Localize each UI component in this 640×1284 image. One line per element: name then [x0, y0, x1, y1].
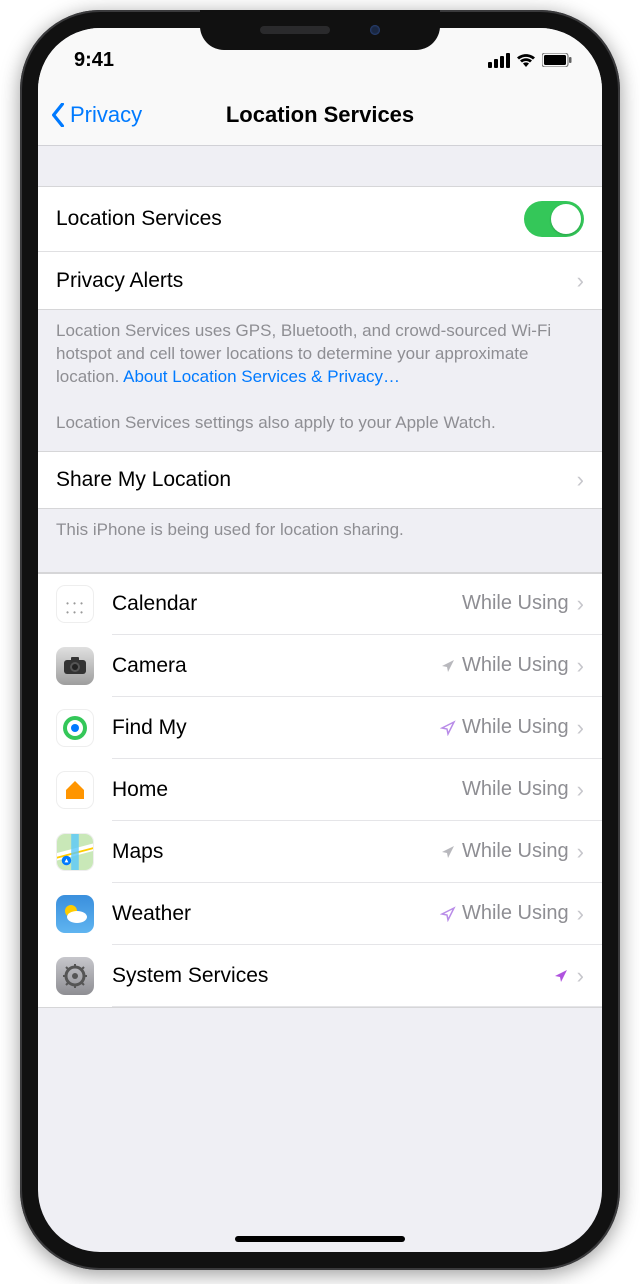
calendar-icon: • • •• • • [56, 585, 94, 623]
status-time: 9:41 [74, 49, 114, 72]
app-label: Find My [112, 716, 440, 740]
location-arrow-outline-icon [440, 906, 456, 922]
about-privacy-link[interactable]: About Location Services & Privacy… [123, 367, 400, 386]
location-arrow-icon [440, 658, 456, 674]
app-status: While Using [462, 778, 569, 801]
chevron-left-icon [50, 103, 66, 127]
app-status [553, 968, 569, 984]
device-frame: 9:41 Privacy Location Services Locati [20, 10, 620, 1270]
app-status: While Using [440, 840, 569, 863]
app-label: Weather [112, 902, 440, 926]
back-label: Privacy [70, 102, 142, 128]
footer-share-location: This iPhone is being used for location s… [38, 509, 602, 558]
app-label: Calendar [112, 592, 462, 616]
chevron-right-icon: › [577, 777, 584, 803]
weather-icon [56, 895, 94, 933]
findmy-icon [56, 709, 94, 747]
location-arrow-icon [440, 844, 456, 860]
notch [200, 10, 440, 50]
gear-icon [56, 957, 94, 995]
app-row-camera[interactable]: Camera While Using › [38, 635, 602, 697]
footer-description: Location Services uses GPS, Bluetooth, a… [38, 310, 602, 451]
chevron-right-icon: › [577, 963, 584, 989]
app-status: While Using [440, 654, 569, 677]
location-arrow-filled-icon [553, 968, 569, 984]
home-indicator[interactable] [235, 1236, 405, 1242]
chevron-right-icon: › [577, 715, 584, 741]
app-label: Maps [112, 840, 440, 864]
app-status: While Using [462, 592, 569, 615]
location-services-toggle[interactable] [524, 201, 584, 237]
nav-bar: Privacy Location Services [38, 84, 602, 146]
battery-icon [542, 53, 572, 67]
chevron-right-icon: › [577, 653, 584, 679]
chevron-right-icon: › [577, 467, 584, 493]
row-location-services[interactable]: Location Services [38, 186, 602, 252]
row-label: Location Services [56, 207, 524, 231]
app-status: While Using [440, 716, 569, 739]
cellular-signal-icon [488, 53, 510, 68]
location-arrow-outline-icon [440, 720, 456, 736]
row-label: Privacy Alerts [56, 269, 569, 293]
back-button[interactable]: Privacy [38, 102, 142, 128]
maps-icon [56, 833, 94, 871]
chevron-right-icon: › [577, 839, 584, 865]
camera-icon [56, 647, 94, 685]
screen: 9:41 Privacy Location Services Locati [38, 28, 602, 1252]
content: Location Services Privacy Alerts › Locat… [38, 146, 602, 1252]
app-row-home[interactable]: Home While Using › [38, 759, 602, 821]
chevron-right-icon: › [577, 901, 584, 927]
app-row-maps[interactable]: Maps While Using › [38, 821, 602, 883]
row-label: Share My Location [56, 468, 569, 492]
app-row-weather[interactable]: Weather While Using › [38, 883, 602, 945]
home-icon [56, 771, 94, 809]
row-privacy-alerts[interactable]: Privacy Alerts › [38, 252, 602, 310]
app-label: System Services [112, 964, 553, 988]
app-row-findmy[interactable]: Find My While Using › [38, 697, 602, 759]
row-share-my-location[interactable]: Share My Location › [38, 451, 602, 509]
app-row-system-services[interactable]: System Services › [38, 945, 602, 1008]
app-status: While Using [440, 902, 569, 925]
wifi-icon [516, 53, 536, 68]
app-row-calendar[interactable]: • • •• • • Calendar While Using › [38, 572, 602, 635]
app-label: Camera [112, 654, 440, 678]
chevron-right-icon: › [577, 268, 584, 294]
app-label: Home [112, 778, 462, 802]
chevron-right-icon: › [577, 591, 584, 617]
